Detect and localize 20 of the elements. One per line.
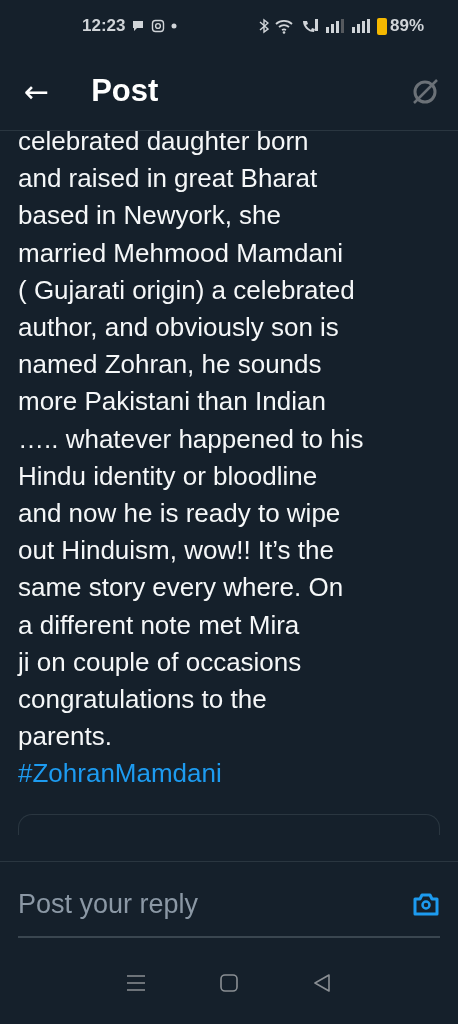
page-title: Post: [91, 73, 159, 109]
home-icon[interactable]: [220, 974, 238, 992]
bluetooth-icon: [258, 18, 269, 34]
signal-icon: [350, 19, 371, 33]
dot-icon: [171, 23, 178, 29]
camera-icon[interactable]: [412, 891, 440, 917]
back-button[interactable]: ←: [24, 73, 50, 109]
hashtag-link[interactable]: #ZohranMamdani: [18, 755, 440, 793]
wifi-icon: [274, 18, 295, 34]
camera-outline-icon: [151, 19, 166, 33]
reply-field[interactable]: Post your reply: [18, 888, 412, 920]
battery-icon: [376, 17, 387, 35]
post-text: celebrated daughter born and raised in great Bharat based in Newyork, she married Mehmood Mamdani ( Gujarati origin) a celebrated author, and obviously son is named Zohran, he sounds more Pakistani than Indian ….. whatever happened to his Hindu identity or bloodline and now he is ready to wipe out Hinduism, wow!! It’s the same story every where. On a different note met Mira ji on couple of occasions congratulations to the parents.: [18, 125, 365, 754]
phone-icon: [300, 18, 319, 34]
chat-bubble-icon: [131, 19, 146, 33]
status-time: 12:23: [82, 16, 126, 36]
battery-percent: 89%: [389, 16, 424, 36]
menu-icon[interactable]: [127, 975, 146, 991]
signal-icon: [324, 19, 345, 33]
back-icon[interactable]: [312, 974, 331, 992]
